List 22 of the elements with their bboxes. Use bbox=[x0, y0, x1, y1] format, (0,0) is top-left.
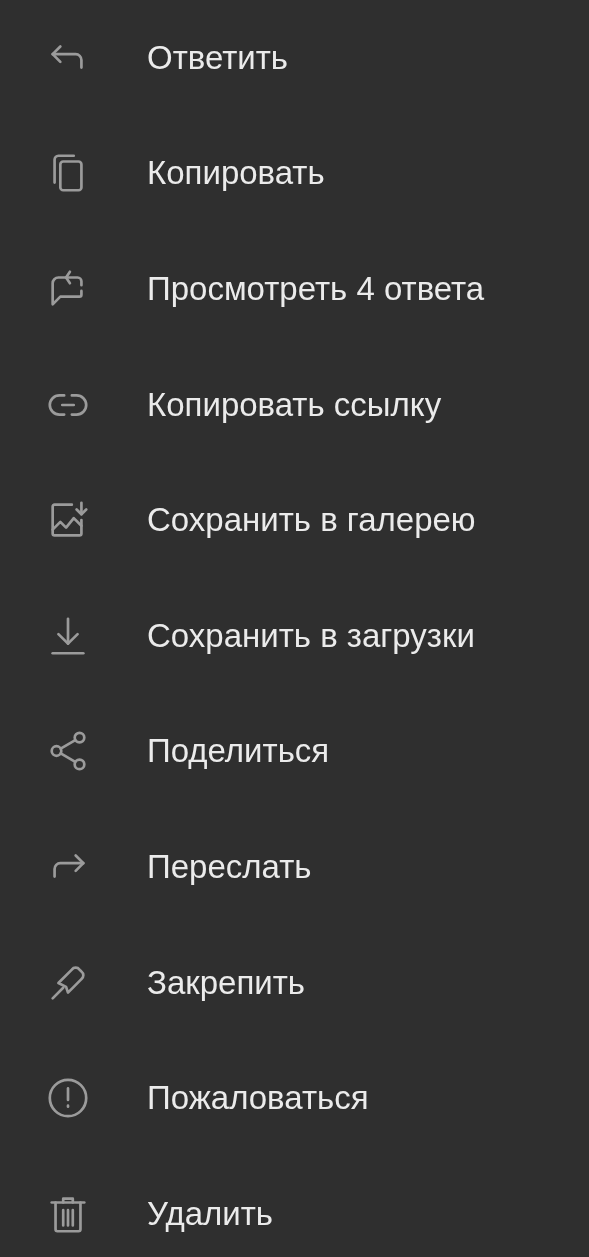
menu-item-label: Сохранить в загрузки bbox=[147, 616, 475, 655]
menu-item-label: Поделиться bbox=[147, 732, 330, 771]
menu-item[interactable]: Поделиться bbox=[0, 693, 589, 810]
menu-item-label: Просмотреть 4 ответа bbox=[147, 270, 485, 308]
menu-item[interactable]: Ответить bbox=[0, 0, 589, 116]
menu-item[interactable]: Копировать ссылку bbox=[0, 346, 589, 463]
menu-item[interactable]: Сохранить в загрузки bbox=[0, 577, 589, 694]
menu-item-label: Удалить bbox=[147, 1194, 273, 1233]
menu-item-label: Копировать ссылку bbox=[147, 385, 442, 424]
menu-item-label: Переслать bbox=[147, 847, 312, 886]
menu-item[interactable]: Пожаловаться bbox=[0, 1040, 589, 1156]
menu-item[interactable]: Удалить bbox=[0, 1155, 589, 1257]
menu-item-label: Копировать bbox=[147, 154, 325, 193]
menu-item[interactable]: Переслать bbox=[0, 809, 589, 925]
menu-item-label: Закрепить bbox=[147, 963, 306, 1002]
menu-item[interactable]: Просмотреть 4 ответа bbox=[0, 231, 589, 347]
menu-item-label: Сохранить в галерею bbox=[147, 501, 476, 540]
menu-item[interactable]: Закрепить bbox=[0, 924, 589, 1041]
menu-item[interactable]: Копировать bbox=[0, 115, 589, 232]
menu-item[interactable]: Сохранить в галерею bbox=[0, 462, 589, 578]
menu-item-label: Пожаловаться bbox=[147, 1079, 369, 1118]
menu-item-label: Ответить bbox=[147, 38, 289, 77]
